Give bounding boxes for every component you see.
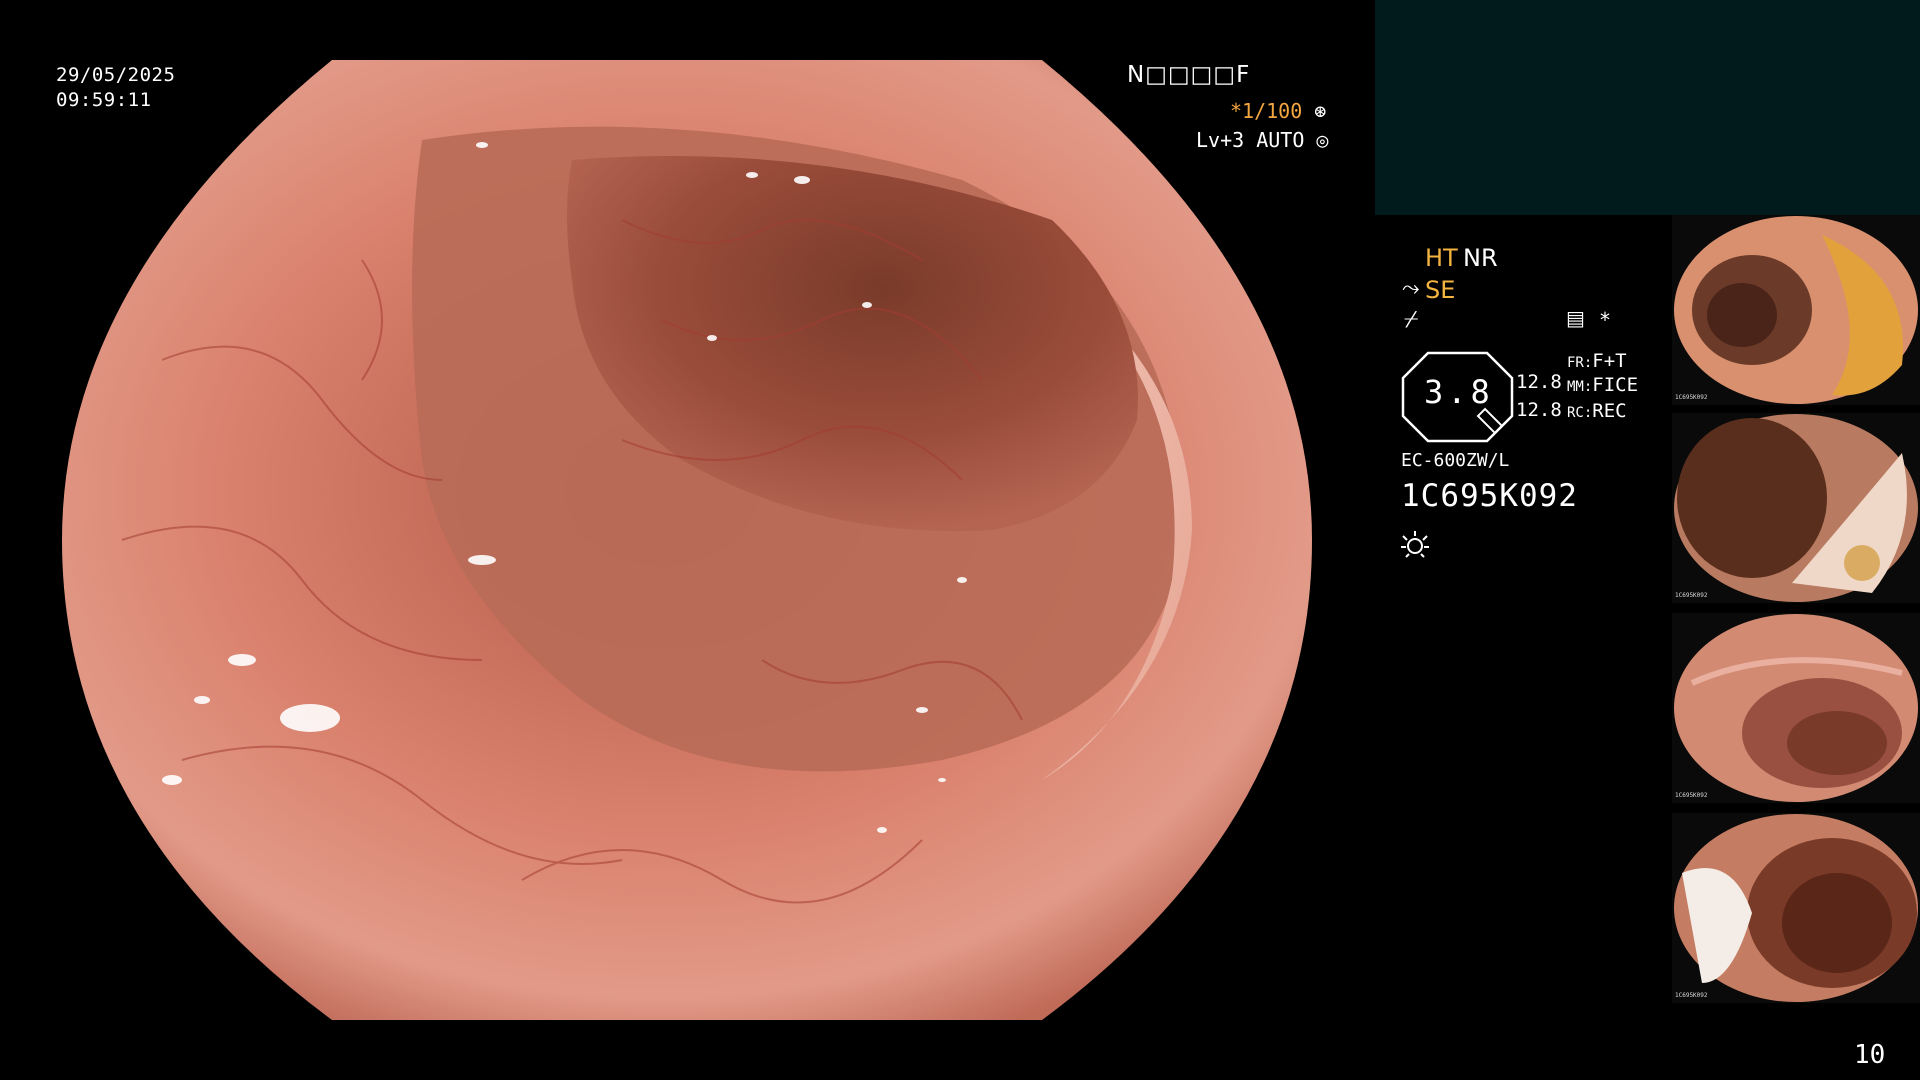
thumbnail-caption: 1C695K092 — [1675, 394, 1708, 401]
thumbnail-image — [1674, 414, 1918, 602]
shutter-readout: *1/100 ⊛ — [1230, 99, 1326, 123]
thumbnail-caption: 1C695K092 — [1675, 992, 1708, 999]
patient-code: N□□□□F — [1127, 62, 1250, 88]
se-indicator: SE — [1425, 276, 1456, 304]
flash-icon: ⌿ — [1404, 305, 1419, 333]
structure-enhance-icon: ⤳ — [1402, 276, 1420, 301]
thumbnail-3[interactable]: 1C695K092 — [1672, 613, 1920, 803]
thumbnail-4[interactable]: 1C695K092 — [1672, 813, 1920, 1003]
light-source-icon — [1401, 531, 1429, 558]
patient-code-boxes: □□□□ — [1145, 62, 1237, 88]
thumbnail-1[interactable]: 1C695K092 — [1672, 215, 1920, 405]
thumbnail-caption: 1C695K092 — [1675, 592, 1708, 599]
zoom-value: 3.8 — [1424, 373, 1494, 411]
fr-value: F+T — [1592, 350, 1627, 372]
rc-value: REC — [1592, 400, 1627, 422]
nr-indicator: NR — [1463, 244, 1498, 272]
mm-value: FICE — [1592, 374, 1639, 396]
scope-model: EC-600ZW/L — [1401, 450, 1510, 471]
endoscopy-main-image — [62, 60, 1312, 1020]
iris-value: Lv+3 AUTO — [1196, 128, 1305, 152]
thumbnail-caption: 1C695K092 — [1675, 792, 1708, 799]
mm-value-top: 12.8 — [1516, 371, 1562, 393]
ht-indicator: HT — [1425, 244, 1458, 272]
patient-code-prefix: N — [1127, 62, 1146, 88]
thumbnail-image — [1674, 814, 1918, 1002]
fr-row: FR:F+T — [1567, 350, 1627, 372]
auto-iris-icon: ◎ — [1316, 128, 1329, 152]
mm-label: MM: — [1567, 379, 1593, 395]
filter-icon: ▤ — [1566, 306, 1585, 330]
iris-readout: Lv+3 AUTO ◎ — [1196, 128, 1328, 152]
shutter-value: *1/100 — [1230, 99, 1303, 123]
exam-time: 09:59:11 — [56, 89, 152, 111]
exam-date: 29/05/2025 — [56, 64, 176, 86]
thumbnail-image — [1674, 216, 1918, 404]
scope-serial: 1C695K092 — [1401, 478, 1578, 514]
info-panel-header — [1375, 0, 1920, 215]
patient-code-suffix: F — [1236, 62, 1251, 88]
thumbnail-image — [1674, 614, 1918, 802]
mm-row: MM:FICE — [1567, 374, 1638, 396]
rc-row: RC:REC — [1567, 400, 1627, 422]
fr-label: FR: — [1567, 355, 1593, 371]
star-indicator: * — [1600, 308, 1610, 332]
rc-label: RC: — [1567, 405, 1593, 421]
page-number: 10 — [1854, 1040, 1886, 1070]
thumbnail-2[interactable]: 1C695K092 — [1672, 413, 1920, 603]
aperture-icon: ⊛ — [1314, 99, 1327, 123]
mm-value-bottom: 12.8 — [1516, 399, 1562, 421]
